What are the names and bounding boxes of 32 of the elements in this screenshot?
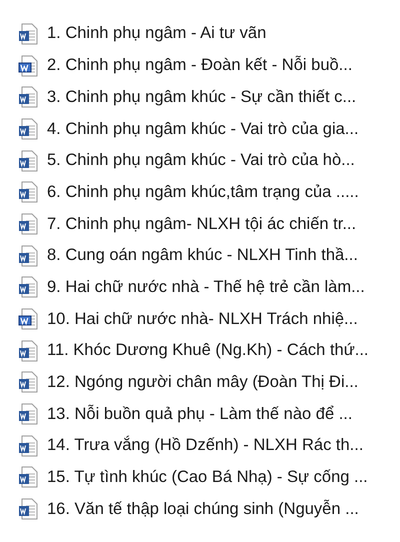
word-document-icon: [18, 150, 38, 172]
word-document-icon: [18, 244, 38, 267]
file-name[interactable]: 9. Hai chữ nước nhà - Thế hệ trẻ cần làm...: [47, 274, 365, 300]
word-document-icon: [18, 86, 38, 108]
word-document-icon: [18, 466, 38, 488]
word-document-icon: [18, 22, 38, 45]
file-name[interactable]: 7. Chinh phụ ngâm- NLXH tội ác chiến tr...: [47, 212, 356, 236]
file-name[interactable]: 11. Khóc Dương Khuê (Ng.Kh) - Cách thứ...: [47, 338, 369, 364]
word-document-icon: [18, 371, 38, 394]
word-document-icon: [18, 118, 38, 140]
word-document-icon: [18, 54, 38, 77]
file-name[interactable]: 13. Nỗi buồn quả phụ - Làm thế nào để ...: [47, 402, 352, 426]
word-document-icon: [18, 403, 38, 426]
file-name[interactable]: 6. Chinh phụ ngâm khúc,tâm trạng của .....: [47, 180, 359, 205]
file-name[interactable]: 4. Chinh phụ ngâm khúc - Vai trò của gia...: [47, 116, 359, 142]
file-name[interactable]: 3. Chinh phụ ngâm khúc - Sự cần thiết c...: [47, 84, 356, 110]
word-document-icon: [18, 181, 38, 204]
file-name[interactable]: 14. Trưa vắng (Hồ Dzếnh) - NLXH Rác th...: [47, 433, 364, 458]
word-document-icon: [18, 308, 38, 330]
word-document-icon: [18, 498, 38, 520]
file-name[interactable]: 2. Chinh phụ ngâm - Đoàn kết - Nỗi buồ...: [47, 53, 352, 78]
word-document-icon: [18, 434, 38, 457]
file-name[interactable]: 10. Hai chữ nước nhà- NLXH Trách nhiệ...: [47, 306, 358, 332]
word-document-icon: [18, 276, 38, 298]
file-name[interactable]: 1. Chinh phụ ngâm - Ai tư vãn: [47, 21, 266, 46]
file-name[interactable]: 8. Cung oán ngâm khúc - NLXH Tinh thầ...: [47, 243, 358, 268]
word-document-icon: [18, 340, 38, 362]
file-name[interactable]: 16. Văn tế thập loại chúng sinh (Nguyễn ...: [47, 496, 359, 522]
file-name[interactable]: 15. Tự tình khúc (Cao Bá Nhạ) - Sự cống ...: [47, 465, 368, 490]
word-document-icon: [18, 212, 38, 235]
file-name[interactable]: 5. Chinh phụ ngâm khúc - Vai trò của hò...: [47, 148, 355, 173]
file-name[interactable]: 12. Ngóng người chân mây (Đoàn Thị Đi...: [47, 370, 358, 395]
